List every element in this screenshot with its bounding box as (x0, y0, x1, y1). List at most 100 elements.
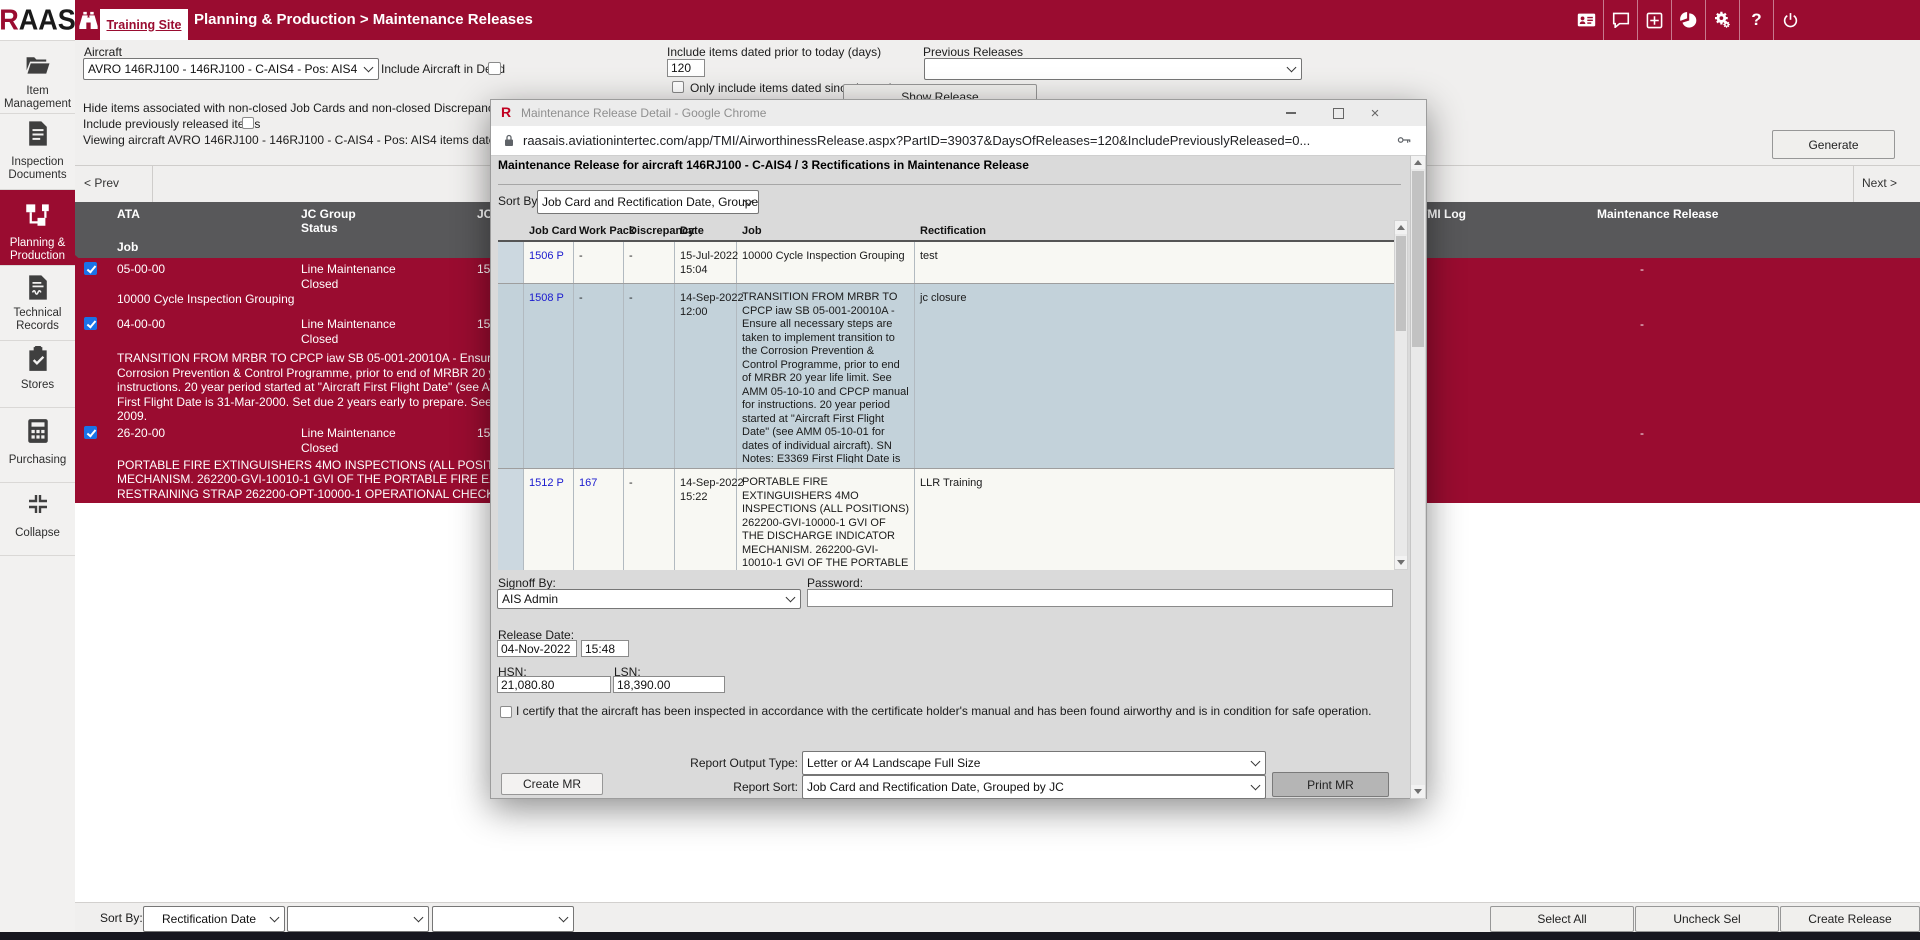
sitemap-icon (24, 202, 51, 232)
minimize-button[interactable] (1276, 103, 1306, 123)
sidebar-item-inspection-documents[interactable]: Inspection Documents (0, 114, 75, 189)
lsn-input[interactable]: 18,390.00 (613, 676, 725, 693)
close-button[interactable]: × (1360, 103, 1390, 123)
pcol-date: Date (680, 225, 704, 237)
popup-title-bar[interactable]: R Maintenance Release Detail - Google Ch… (491, 100, 1426, 127)
calculator-icon (26, 418, 50, 449)
add-icon[interactable] (1637, 0, 1671, 40)
create-mr-button[interactable]: Create MR (501, 773, 603, 795)
topbar-icon-strip: ? (1570, 0, 1807, 40)
binoculars-icon (78, 11, 99, 35)
power-icon[interactable] (1773, 0, 1807, 40)
col-jc-group: JC Group (301, 207, 356, 221)
chevron-down-icon (414, 913, 424, 923)
chevron-down-icon (270, 913, 280, 923)
work-pack-link[interactable]: 167 (579, 477, 597, 489)
job-card-link[interactable]: 1506 P (529, 250, 564, 262)
report-output-label: Report Output Type: (598, 756, 798, 770)
record-document-icon (27, 274, 49, 306)
maximize-button[interactable] (1323, 103, 1353, 123)
pcol-job-card: Job Card (529, 225, 577, 237)
col-ata: ATA (117, 207, 140, 221)
sidebar-item-collapse[interactable]: Collapse (0, 483, 75, 553)
lock-icon (503, 133, 515, 153)
table-scrollbar[interactable] (1394, 220, 1408, 570)
row-checkbox[interactable] (84, 262, 97, 275)
pcol-work-pack: Work Pack (579, 225, 635, 237)
generate-button[interactable]: Generate (1772, 130, 1895, 159)
print-mr-button[interactable]: Print MR (1272, 772, 1389, 797)
popup-title: Maintenance Release Detail - Google Chro… (521, 106, 766, 120)
heading-divider (498, 184, 1401, 185)
only-since-last-checkbox[interactable] (672, 81, 684, 93)
prev-button[interactable]: < Prev (84, 176, 119, 190)
maintenance-release-popup: R Maintenance Release Detail - Google Ch… (490, 99, 1427, 799)
popup-scrollbar[interactable] (1410, 155, 1426, 799)
report-sort-select[interactable]: Job Card and Rectification Date, Grouped… (802, 775, 1266, 799)
release-date-input[interactable]: 04-Nov-2022 (497, 640, 577, 657)
pcol-rectification: Rectification (920, 225, 986, 237)
include-dead-checkbox[interactable] (488, 62, 501, 75)
release-time-input[interactable]: 15:48 (581, 640, 629, 657)
collapse-icon (26, 492, 50, 521)
clipboard-check-icon (27, 346, 49, 377)
create-release-button[interactable]: Create Release (1780, 906, 1920, 932)
chrome-favicon: R (501, 104, 511, 120)
chevron-down-icon (1251, 781, 1261, 791)
aircraft-select[interactable]: AVRO 146RJ100 - 146RJ100 - C-AIS4 - Pos:… (83, 58, 379, 80)
sidebar-item-planning-production[interactable]: Planning & Production (0, 190, 75, 265)
col-maintenance-release: Maintenance Release (1597, 207, 1718, 221)
settings-icon[interactable] (1705, 0, 1739, 40)
id-card-icon[interactable] (1570, 0, 1603, 40)
key-icon[interactable] (1396, 133, 1412, 152)
chevron-down-icon (1251, 757, 1261, 767)
next-button[interactable]: Next > (1862, 176, 1897, 190)
tab-training-site[interactable]: Training Site (100, 9, 188, 40)
popup-url-bar[interactable]: raasais.aviationintertec.com/app/TMI/Air… (491, 126, 1426, 156)
bottom-sort-select[interactable]: Rectification Date (143, 906, 285, 932)
col-status: Status (301, 221, 338, 235)
hide-items-label: Hide items associated with non-closed Jo… (83, 101, 509, 115)
bottom-select-3[interactable] (432, 906, 574, 932)
chat-icon[interactable] (1603, 0, 1637, 40)
previous-releases-label: Previous Releases (923, 45, 1023, 59)
job-card-link[interactable]: 1508 P (529, 292, 564, 304)
chevron-down-icon (559, 913, 569, 923)
bottom-select-2[interactable] (287, 906, 429, 932)
bottom-sort-label: Sort By: (100, 911, 143, 925)
col-job: Job (117, 240, 138, 254)
sidebar-item-item-management[interactable]: Item Management (0, 41, 75, 113)
row-ata: 05-00-00 (117, 262, 165, 276)
include-dead-label: Include Aircraft in Dead (381, 62, 505, 76)
popup-sort-select[interactable]: Job Card and Rectification Date, Grouped… (537, 190, 759, 214)
help-icon[interactable]: ? (1739, 0, 1773, 40)
folder-icon (24, 54, 51, 83)
previous-releases-select[interactable] (924, 58, 1302, 80)
sidebar-item-technical-records[interactable]: Technical Records (0, 266, 75, 340)
raas-logo[interactable]: RAAS (0, 0, 75, 40)
row-checkbox[interactable] (84, 317, 97, 330)
signoff-label: Signoff By: (498, 576, 556, 590)
signoff-select[interactable]: AIS Admin (497, 589, 801, 609)
row-checkbox[interactable] (84, 426, 97, 439)
row-ata: 04-00-00 (117, 317, 165, 331)
days-input[interactable]: 120 (667, 59, 705, 77)
days-label: Include items dated prior to today (days… (667, 45, 881, 59)
pcol-job: Job (742, 225, 762, 237)
job-card-link[interactable]: 1512 P (529, 477, 564, 489)
password-input[interactable] (807, 589, 1393, 607)
hsn-input[interactable]: 21,080.80 (497, 676, 611, 693)
aircraft-label: Aircraft (84, 45, 122, 59)
sidebar-item-purchasing[interactable]: Purchasing (0, 408, 75, 482)
report-output-select[interactable]: Letter or A4 Landscape Full Size (802, 751, 1266, 775)
pie-chart-icon[interactable] (1671, 0, 1705, 40)
include-previous-checkbox[interactable] (242, 117, 254, 129)
sidebar-item-stores[interactable]: Stores (0, 341, 75, 407)
report-sort-label: Report Sort: (598, 780, 798, 794)
document-icon (27, 120, 49, 152)
select-all-button[interactable]: Select All (1490, 906, 1634, 932)
top-bar: ? RAAS Training Site Planning & Producti… (0, 0, 1920, 40)
chevron-down-icon (786, 593, 796, 603)
uncheck-sel-button[interactable]: Uncheck Sel (1635, 906, 1779, 932)
breadcrumb: Planning & Production > Maintenance Rele… (194, 11, 533, 28)
